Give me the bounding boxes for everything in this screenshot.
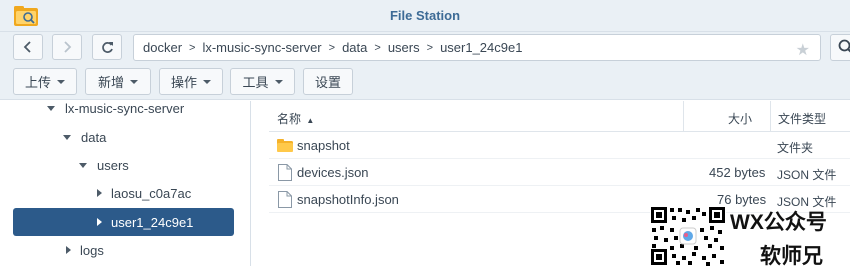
tree-item-data[interactable]: data bbox=[0, 123, 106, 151]
file-name: snapshotInfo.json bbox=[297, 192, 399, 207]
breadcrumb-docker[interactable]: docker bbox=[143, 40, 182, 55]
settings-label: 设置 bbox=[314, 75, 341, 90]
title-bar: File Station bbox=[0, 0, 850, 32]
breadcrumb-user1[interactable]: user1_24c9e1 bbox=[440, 40, 522, 55]
navigation-bar: docker > lx-music-sync-server > data > u… bbox=[0, 32, 850, 64]
file-size: 76 bytes bbox=[717, 192, 767, 207]
upload-button[interactable]: 上传 bbox=[13, 68, 77, 95]
window-title: File Station bbox=[389, 8, 461, 23]
collapsed-arrow-icon[interactable] bbox=[97, 189, 102, 197]
tree-item-label: laosu_c0a7ac bbox=[111, 185, 192, 201]
chevron-right-icon bbox=[64, 41, 72, 53]
breadcrumb-separator-icon: > bbox=[328, 41, 336, 54]
breadcrumb-separator-icon: > bbox=[189, 41, 196, 54]
caret-down-icon bbox=[274, 79, 283, 84]
column-name-label: 名称 bbox=[277, 112, 302, 126]
file-icon bbox=[278, 164, 292, 181]
breadcrumb-separator-icon: > bbox=[374, 41, 381, 54]
tree-item-logs[interactable]: logs bbox=[0, 236, 104, 264]
caret-down-icon bbox=[203, 79, 211, 84]
breadcrumb-users[interactable]: users bbox=[388, 40, 420, 55]
column-header-type[interactable]: 文件类型 bbox=[778, 110, 826, 127]
watermark-subtitle: 软师兄 bbox=[760, 245, 823, 266]
tree-item-label: logs bbox=[80, 242, 104, 258]
tree-item-label: lx-music-sync-server bbox=[65, 101, 185, 116]
collapsed-arrow-icon[interactable] bbox=[97, 218, 102, 226]
tree-item-user1[interactable]: user1_24c9e1 bbox=[13, 208, 234, 236]
toolbar: 上传 新增 操作 工具 设置 bbox=[0, 64, 850, 100]
create-label: 新增 bbox=[97, 75, 124, 90]
back-button[interactable] bbox=[13, 34, 43, 60]
breadcrumb-lx-music-sync-server[interactable]: lx-music-sync-server bbox=[202, 40, 321, 55]
tools-label: 工具 bbox=[242, 75, 269, 90]
table-row[interactable]: snapshot 文件夹 bbox=[269, 132, 850, 159]
file-icon bbox=[278, 191, 292, 208]
create-button[interactable]: 新增 bbox=[85, 68, 151, 95]
action-button[interactable]: 操作 bbox=[159, 68, 223, 95]
favorite-star-icon[interactable]: ★ bbox=[796, 40, 810, 60]
file-type: 文件夹 bbox=[777, 141, 814, 155]
search-button[interactable] bbox=[830, 34, 850, 61]
folder-icon bbox=[277, 139, 293, 152]
tree-item-label: user1_24c9e1 bbox=[111, 214, 194, 230]
table-row[interactable]: devices.json 452 bytes JSON 文件 bbox=[269, 159, 850, 186]
tree-item-label: users bbox=[97, 157, 129, 173]
tools-button[interactable]: 工具 bbox=[230, 68, 295, 95]
watermark-title: WX公众号 bbox=[730, 211, 827, 234]
collapsed-arrow-icon[interactable] bbox=[66, 246, 71, 254]
chevron-left-icon bbox=[23, 41, 31, 53]
column-divider[interactable] bbox=[770, 101, 771, 132]
refresh-button[interactable] bbox=[92, 34, 122, 60]
settings-button[interactable]: 设置 bbox=[303, 68, 353, 95]
expanded-arrow-icon[interactable] bbox=[63, 134, 71, 140]
forward-button[interactable] bbox=[52, 34, 82, 60]
tree-item-label: data bbox=[81, 129, 107, 145]
expanded-arrow-icon[interactable] bbox=[47, 105, 55, 111]
file-list-header: 名称 ▲ 大小 文件类型 bbox=[269, 101, 850, 132]
search-icon bbox=[838, 39, 850, 53]
file-size: 452 bytes bbox=[709, 165, 766, 180]
folder-tree: lx-music-sync-server data users laosu_c0… bbox=[0, 101, 251, 266]
upload-label: 上传 bbox=[24, 75, 51, 90]
breadcrumb-separator-icon: > bbox=[426, 41, 434, 54]
tree-item-laosu[interactable]: laosu_c0a7ac bbox=[0, 179, 191, 207]
action-label: 操作 bbox=[170, 75, 197, 90]
file-type: JSON 文件 bbox=[777, 168, 837, 182]
path-bar[interactable]: docker > lx-music-sync-server > data > u… bbox=[133, 34, 821, 61]
tree-item-lx-music-sync-server[interactable]: lx-music-sync-server bbox=[0, 101, 184, 122]
file-name: snapshot bbox=[297, 138, 350, 153]
file-name: devices.json bbox=[297, 165, 369, 180]
tree-item-users[interactable]: users bbox=[0, 151, 129, 179]
qr-code-icon bbox=[650, 206, 726, 266]
refresh-icon bbox=[101, 41, 113, 53]
breadcrumb-data[interactable]: data bbox=[342, 40, 367, 55]
caret-down-icon bbox=[130, 79, 138, 84]
sort-ascending-icon: ▲ bbox=[306, 116, 315, 125]
watermark: WX公众号 软师兄 bbox=[650, 206, 850, 266]
column-divider[interactable] bbox=[683, 101, 684, 132]
expanded-arrow-icon[interactable] bbox=[79, 162, 87, 168]
column-header-name[interactable]: 名称 ▲ bbox=[277, 110, 314, 127]
caret-down-icon bbox=[57, 79, 65, 84]
column-header-size[interactable]: 大小 bbox=[728, 110, 752, 127]
